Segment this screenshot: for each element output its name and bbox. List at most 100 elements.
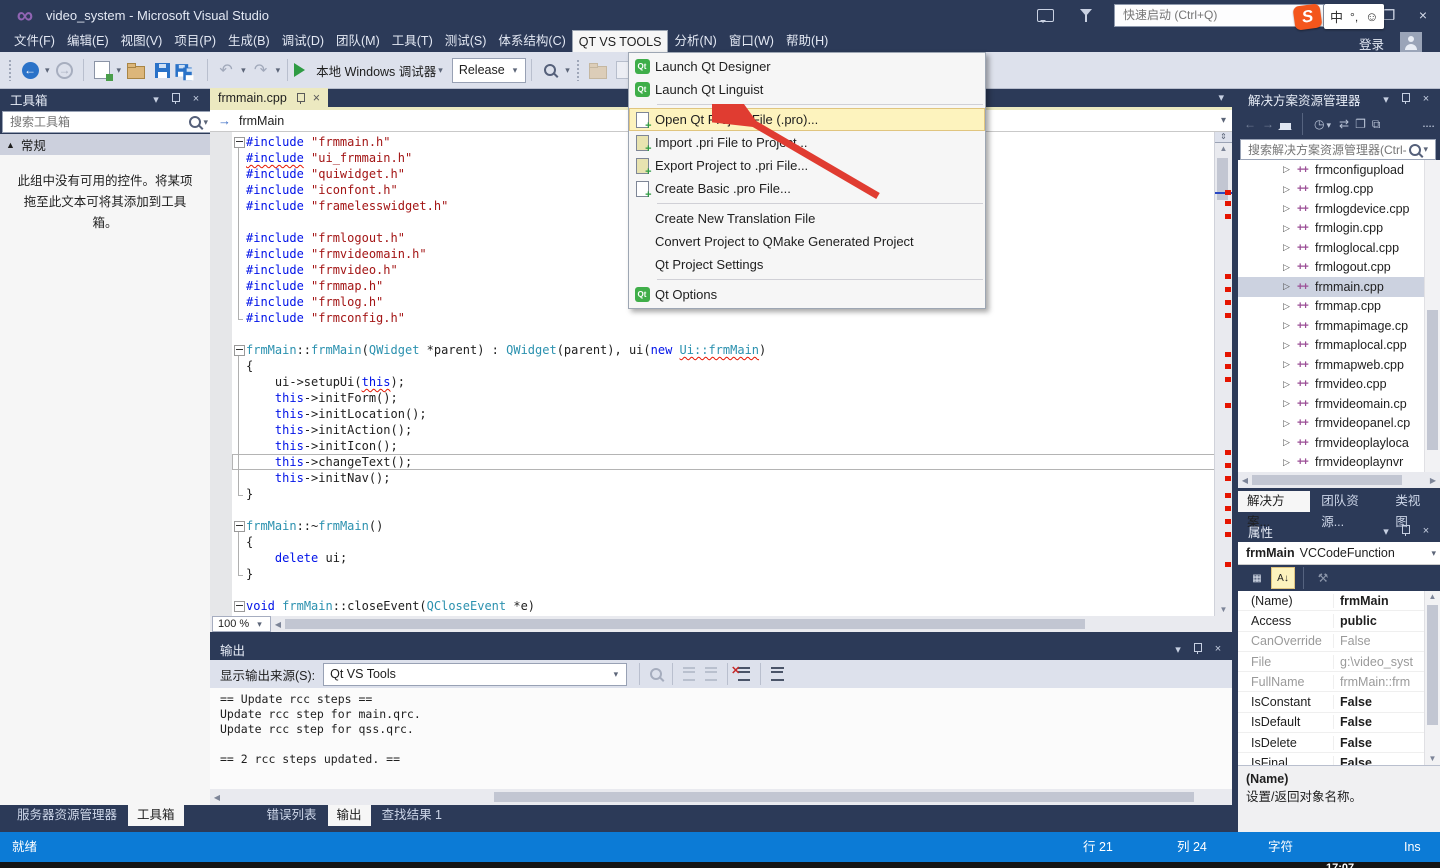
- qt-menu-item[interactable]: Create New Translation File: [629, 207, 985, 230]
- qt-menu-item[interactable]: QtLaunch Qt Linguist: [629, 78, 985, 101]
- pending-changes-filter-icon[interactable]: ◷▾: [1314, 117, 1333, 131]
- word-wrap-icon[interactable]: [768, 666, 786, 682]
- qt-menu-item[interactable]: QtQt Options: [629, 283, 985, 306]
- tree-item-frmconfigupload[interactable]: ▷++frmconfigupload: [1238, 160, 1440, 180]
- expander-icon[interactable]: ▷: [1283, 437, 1297, 448]
- expander-icon[interactable]: ▷: [1283, 203, 1297, 214]
- qt-menu-item[interactable]: Export Project to .pri File...: [629, 154, 985, 177]
- expander-icon[interactable]: ▷: [1283, 223, 1297, 234]
- menu-d[interactable]: 调试(D): [276, 30, 330, 52]
- pin-icon[interactable]: [1398, 525, 1414, 537]
- props-scroll-thumb[interactable]: [1427, 605, 1438, 725]
- menu-v[interactable]: 视图(V): [115, 30, 169, 52]
- categorized-view-icon[interactable]: ▦: [1246, 568, 1268, 588]
- scroll-left-icon[interactable]: ◀: [1238, 476, 1252, 485]
- menu-f[interactable]: 文件(F): [8, 30, 61, 52]
- qt-menu-item[interactable]: Qt Project Settings: [629, 253, 985, 276]
- expander-icon[interactable]: ▷: [1283, 301, 1297, 312]
- expander-icon[interactable]: ▷: [1283, 379, 1297, 390]
- solution-search-input[interactable]: [1246, 142, 1409, 158]
- menu-p[interactable]: 项目(P): [168, 30, 222, 52]
- tree-vscrollbar[interactable]: [1424, 160, 1440, 472]
- tree-hscroll-thumb[interactable]: [1252, 475, 1402, 485]
- tree-item-frmlog.cpp[interactable]: ▷++frmlog.cpp: [1238, 180, 1440, 200]
- previous-message-icon[interactable]: [680, 666, 698, 682]
- home-icon[interactable]: [1280, 123, 1291, 130]
- output-hscrollbar[interactable]: ◀: [210, 789, 1232, 805]
- properties-shortcut-icon[interactable]: ⧉: [1372, 117, 1381, 132]
- toolbox-section-general[interactable]: ▲ 常规: [0, 134, 210, 155]
- redo-dropdown-icon[interactable]: ▾: [276, 65, 281, 76]
- menu-s[interactable]: 测试(S): [439, 30, 493, 52]
- menu-c[interactable]: 体系结构(C): [492, 30, 571, 52]
- scroll-left-icon[interactable]: ◀: [210, 793, 224, 802]
- editor-vertical-scrollbar[interactable]: ⇕ ▲ ▼: [1214, 132, 1232, 616]
- solution-configuration-select[interactable]: Release ▾: [452, 58, 526, 83]
- property-row[interactable]: Accesspublic: [1238, 611, 1440, 631]
- close-button[interactable]: ×: [1406, 2, 1440, 28]
- property-row[interactable]: FullNamefrmMain::frm: [1238, 672, 1440, 692]
- scroll-down-icon[interactable]: ▼: [1425, 753, 1440, 765]
- collapse-all-icon[interactable]: ❐: [1355, 117, 1366, 131]
- qt-menu-item[interactable]: QtLaunch Qt Designer: [629, 55, 985, 78]
- navigate-back-button[interactable]: ←: [18, 58, 42, 82]
- window-position-chevron-icon[interactable]: ▾: [1170, 643, 1186, 656]
- menu-qtvstools[interactable]: QT VS TOOLS: [572, 30, 669, 52]
- scroll-left-icon[interactable]: ◀: [271, 620, 285, 629]
- tree-item-frmlogin.cpp[interactable]: ▷++frmlogin.cpp: [1238, 219, 1440, 239]
- expander-icon[interactable]: ▷: [1283, 418, 1297, 429]
- open-file-button[interactable]: [124, 58, 148, 82]
- qt-menu-item[interactable]: Convert Project to QMake Generated Proje…: [629, 230, 985, 253]
- tab-frmmain-cpp[interactable]: frmmain.cpp ×: [210, 88, 328, 107]
- tree-item-frmmaplocal.cpp[interactable]: ▷++frmmaplocal.cpp: [1238, 336, 1440, 356]
- undo-dropdown-icon[interactable]: ▾: [241, 65, 246, 76]
- editor-hscrollbar-thumb[interactable]: [285, 619, 1085, 629]
- fold-marker[interactable]: [232, 598, 246, 614]
- qt-menu-item[interactable]: Open Qt Project File (.pro)...: [629, 108, 985, 131]
- ime-emoji-icon[interactable]: ☺: [1365, 9, 1378, 24]
- toolbox-search-input[interactable]: [8, 114, 189, 130]
- menu-m[interactable]: 团队(M): [330, 30, 386, 52]
- output-source-select[interactable]: Qt VS Tools ▾: [323, 663, 627, 686]
- close-panel-icon[interactable]: ×: [1418, 93, 1434, 105]
- expander-icon[interactable]: ▷: [1283, 262, 1297, 273]
- undo-icon[interactable]: ↶: [214, 58, 238, 82]
- expander-icon[interactable]: ▷: [1283, 340, 1297, 351]
- expander-icon[interactable]: ▷: [1283, 164, 1297, 175]
- window-position-chevron-icon[interactable]: ▾: [1378, 525, 1394, 538]
- navbar-dropdown-icon[interactable]: ▾: [1221, 115, 1226, 126]
- menu-h[interactable]: 帮助(H): [780, 30, 834, 52]
- next-message-icon[interactable]: [702, 666, 720, 682]
- qt-menu-item[interactable]: Import .pri File to Project...: [629, 131, 985, 154]
- indicator-margin[interactable]: [210, 132, 232, 616]
- window-position-chevron-icon[interactable]: ▾: [148, 93, 164, 106]
- tab-list-chevron-icon[interactable]: ▾: [1218, 91, 1224, 104]
- sogou-ime-icon[interactable]: S: [1292, 3, 1322, 31]
- split-editor-handle[interactable]: ⇕: [1215, 132, 1232, 143]
- expander-icon[interactable]: ▷: [1283, 184, 1297, 195]
- expander-icon[interactable]: ▷: [1283, 281, 1297, 292]
- menu-w[interactable]: 窗口(W): [723, 30, 780, 52]
- pin-icon[interactable]: [1190, 643, 1206, 655]
- pin-icon[interactable]: [168, 93, 184, 105]
- tree-item-frmmapimage.cp[interactable]: ▷++frmmapimage.cp: [1238, 316, 1440, 336]
- property-row[interactable]: Fileg:\video_syst: [1238, 652, 1440, 672]
- dock-tab[interactable]: 错误列表: [258, 805, 326, 826]
- new-file-dropdown-icon[interactable]: ▾: [117, 65, 122, 76]
- tree-item-frmvideopanel.cp[interactable]: ▷++frmvideopanel.cp: [1238, 414, 1440, 434]
- zoom-level-select[interactable]: 100 % ▾: [212, 616, 271, 632]
- tree-item-frmmapweb.cpp[interactable]: ▷++frmmapweb.cpp: [1238, 355, 1440, 375]
- feedback-icon[interactable]: [1037, 9, 1054, 22]
- se-tab[interactable]: 类视图: [1386, 491, 1438, 512]
- find-message-icon[interactable]: [647, 666, 665, 682]
- toolbar-grip-2[interactable]: [576, 59, 581, 81]
- clear-all-icon[interactable]: ✕: [735, 666, 753, 682]
- property-row[interactable]: IsDefaultFalse: [1238, 713, 1440, 733]
- output-console[interactable]: == Update rcc steps ==Update rcc step fo…: [210, 688, 1232, 789]
- quick-launch-input[interactable]: [1121, 7, 1305, 23]
- close-panel-icon[interactable]: ×: [1210, 643, 1226, 655]
- toolbar-grip[interactable]: [8, 59, 13, 81]
- forward-icon[interactable]: →: [1262, 117, 1274, 131]
- fold-marker[interactable]: [232, 518, 246, 534]
- dock-tab[interactable]: 服务器资源管理器: [8, 805, 126, 826]
